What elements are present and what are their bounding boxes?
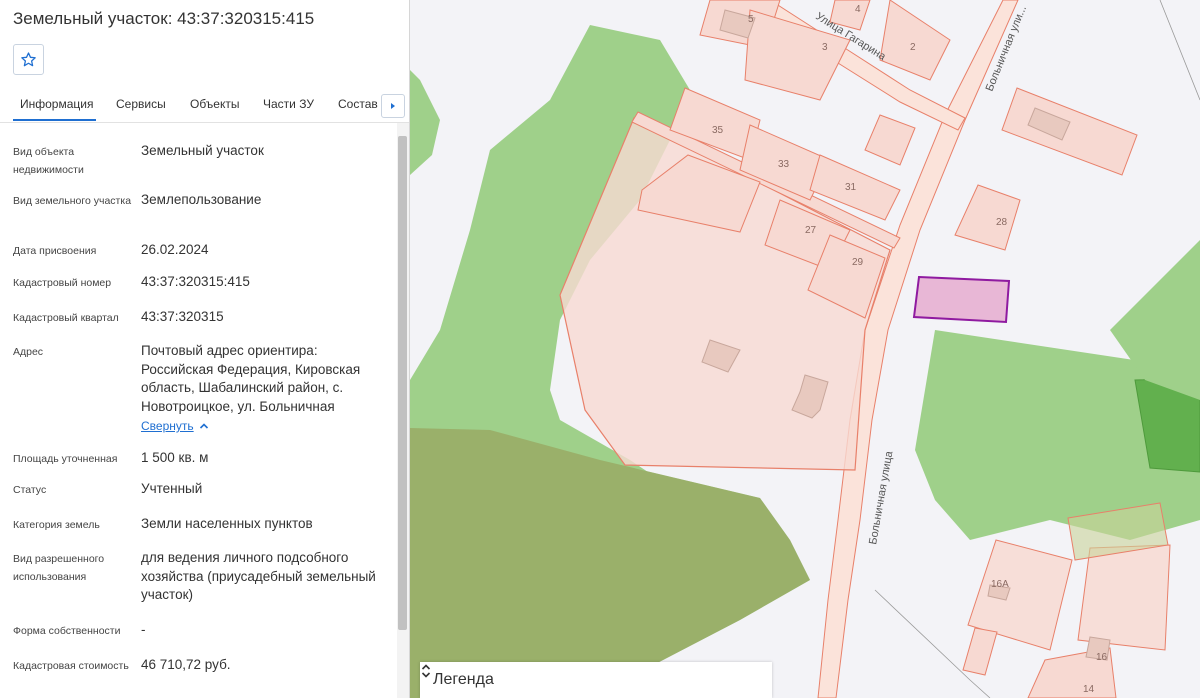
green-area: [410, 0, 440, 175]
field-label-cadastral-number: Кадастровый номер: [13, 277, 112, 289]
caret-right-icon: [391, 103, 395, 109]
street-label-bolnichnaya: Больничная улица: [867, 449, 895, 545]
selected-parcel[interactable]: [912, 275, 1011, 324]
field-value-cadastral-number: 43:37:320315:415: [141, 274, 250, 289]
house-number: 14: [1083, 684, 1095, 695]
field-value-cadastral-value: 46 710,72 руб.: [141, 657, 231, 672]
boundary-line: [1159, 0, 1200, 101]
page-title: Земельный участок: 43:37:320315:415: [13, 9, 315, 28]
parcel-16: [1077, 544, 1171, 651]
house-number: 3: [822, 42, 828, 53]
house-number: 16: [1096, 652, 1108, 663]
field-label-cadastral-value: Кадастровая стоимость: [13, 660, 129, 672]
field-value-assignment-date: 26.02.2024: [141, 242, 209, 257]
parcel-small-north: [864, 114, 916, 166]
field-value-status: Учтенный: [141, 481, 203, 496]
field-value-ownership: -: [141, 622, 146, 637]
parcel-28: [954, 184, 1021, 251]
parcel-2: [879, 0, 951, 81]
active-tab-indicator: [13, 119, 96, 121]
field-label-address: Адрес: [13, 346, 44, 358]
house-number: 27: [805, 225, 817, 236]
favorite-button[interactable]: [13, 44, 44, 75]
field-label-object-type: Вид объекта недвижимости: [13, 146, 84, 176]
chevron-up-icon[interactable]: [198, 420, 210, 432]
field-label-cadastral-quarter: Кадастровый квартал: [13, 312, 119, 324]
field-value-object-type: Земельный участок: [141, 143, 264, 158]
expand-collapse-icon: [421, 664, 431, 678]
legend-toggle[interactable]: Легенда: [420, 662, 772, 698]
house-number: 16А: [991, 579, 1009, 590]
cadastral-map[interactable]: 5 4 3 2 35 33 31 28 27 29 16А 16 14 Улиц…: [410, 0, 1200, 698]
field-label-permitted-use: Вид разрешенного использования: [13, 553, 105, 583]
house-number: 4: [855, 4, 861, 15]
tab-objects[interactable]: Объекты: [190, 97, 240, 111]
tab-composition[interactable]: Состав: [338, 97, 378, 111]
field-label-status: Статус: [13, 484, 47, 496]
field-label-area: Площадь уточненная: [13, 453, 118, 465]
panel-scrollbar-thumb[interactable]: [398, 136, 407, 630]
field-label-land-type: Вид земельного участка: [13, 195, 132, 207]
tab-info[interactable]: Информация: [20, 97, 93, 111]
field-value-cadastral-quarter: 43:37:320315: [141, 309, 224, 324]
tabs-scroll-right-button[interactable]: [381, 94, 405, 118]
field-value-permitted-use: для ведения личного подсобного хозяйства…: [141, 550, 376, 602]
house-number: 2: [910, 42, 916, 53]
house-number: 35: [712, 125, 724, 136]
house-number: 29: [852, 257, 864, 268]
house-number: 33: [778, 159, 790, 170]
field-label-assignment-date: Дата присвоения: [13, 245, 97, 257]
field-value-land-type: Землепользование: [141, 192, 262, 207]
house-number: 28: [996, 217, 1008, 228]
house-number: 31: [845, 182, 857, 193]
tab-services[interactable]: Сервисы: [116, 97, 166, 111]
house-number: 5: [748, 14, 754, 25]
star-icon: [21, 52, 36, 67]
tab-bar: Информация Сервисы Объекты Части ЗУ Сост…: [0, 92, 409, 123]
legend-label: Легенда: [433, 671, 494, 688]
field-value-address: Почтовый адрес ориентира: Российская Фед…: [141, 343, 361, 414]
tab-parts[interactable]: Части ЗУ: [263, 97, 314, 111]
parcel-small-se: [962, 627, 998, 676]
parcel-right-top: [1001, 87, 1138, 176]
collapse-address-link[interactable]: Свернуть: [141, 419, 194, 433]
field-label-ownership: Форма собственности: [13, 625, 121, 637]
green-area: [410, 428, 810, 698]
field-value-area: 1 500 кв. м: [141, 450, 209, 465]
field-label-land-category: Категория земель: [13, 519, 100, 531]
info-panel: Земельный участок: 43:37:320315:415 Инфо…: [0, 0, 410, 698]
map-canvas[interactable]: 5 4 3 2 35 33 31 28 27 29 16А 16 14 Улиц…: [410, 0, 1200, 698]
field-value-land-category: Земли населенных пунктов: [141, 516, 313, 531]
